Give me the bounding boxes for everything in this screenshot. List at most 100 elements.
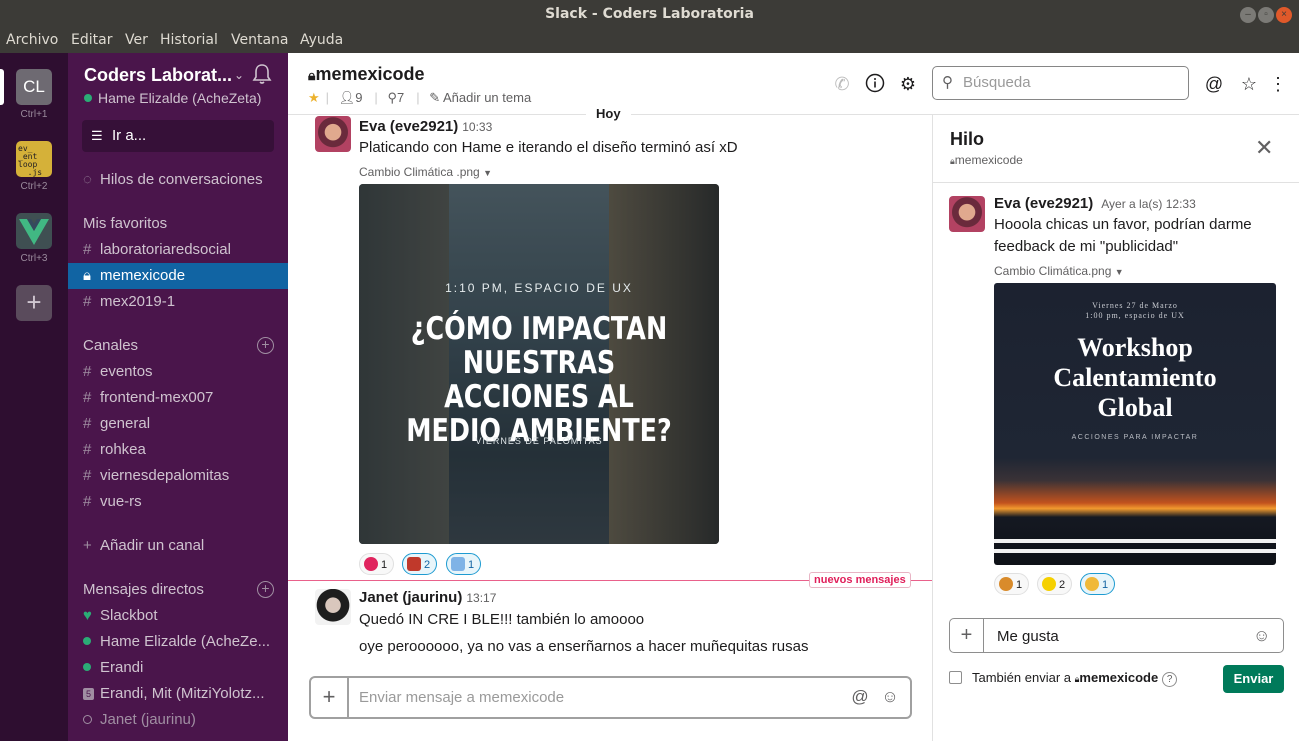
reaction-cat-face[interactable]: 1 (1080, 573, 1116, 595)
message-time[interactable]: Ayer a la(s) 12:33 (1101, 197, 1196, 211)
add-dm-plus-icon[interactable]: + (257, 581, 274, 598)
avatar[interactable] (315, 116, 351, 152)
minimize-icon[interactable]: – (1240, 7, 1256, 23)
day-label: Hoy (586, 106, 631, 121)
bell-icon[interactable] (252, 63, 272, 85)
avatar[interactable] (949, 196, 985, 232)
jump-icon: ☰ (91, 128, 103, 143)
channel-title[interactable]: 🔒︎memexicode (308, 64, 425, 85)
workspace-vue-logo[interactable] (16, 213, 52, 249)
send-button[interactable]: Enviar (1223, 665, 1284, 693)
help-icon[interactable]: ? (1162, 672, 1178, 687)
sidebar-item-vue-rs[interactable]: # vue-rs (68, 489, 288, 515)
sidebar-item-hame[interactable]: Hame Elizalde (AcheZe... (68, 629, 288, 655)
sidebar-item-group-dm[interactable]: 5 Erandi, Mit (MitziYolotz... (68, 681, 288, 707)
reaction-person[interactable]: 2 (402, 553, 438, 575)
team-name[interactable]: Coders Laborat... (84, 65, 232, 86)
pins-count[interactable]: ⚲7 (387, 90, 410, 105)
message-list: Hoy Eva (eve2921) 10:33 Platicando con Ha… (288, 106, 932, 741)
star-outline-icon[interactable]: ☆ (1238, 73, 1260, 95)
search-input[interactable]: ⚲ Búsqueda (932, 66, 1189, 100)
also-send-checkbox[interactable] (949, 671, 962, 684)
add-channel-button[interactable]: + Añadir un canal (68, 533, 288, 559)
sidebar-item-memexicode[interactable]: 🔒︎ memexicode (68, 263, 288, 289)
file-name[interactable]: Cambio Climática .png ▼ (359, 165, 492, 179)
lock-icon: 🔒︎ (83, 267, 91, 284)
favorites-header[interactable]: Mis favoritos (83, 215, 167, 232)
sidebar-item-label: viernesdepalomitas (100, 467, 230, 484)
mention-icon[interactable]: @ (850, 687, 870, 707)
menu-historial[interactable]: Historial (160, 32, 218, 48)
menu-editar[interactable]: Editar (71, 32, 112, 48)
sidebar-item-frontend-mex007[interactable]: # frontend-mex007 (68, 385, 288, 411)
sidebar-item-label: laboratoriaredsocial (100, 241, 231, 258)
reaction-robot[interactable]: 1 (446, 553, 482, 575)
message-author[interactable]: Eva (eve2921) Ayer a la(s) 12:33 (994, 195, 1196, 212)
chevron-down-icon[interactable]: ⌄ (234, 68, 244, 82)
message-text: Platicando con Hame e iterando el diseño… (359, 139, 738, 156)
add-topic-button[interactable]: ✎ Añadir un tema (429, 90, 537, 105)
sidebar-item-label: Erandi (100, 659, 144, 676)
thread-title: Hilo (950, 129, 984, 149)
sidebar-item-label: Hilos de conversaciones (100, 171, 263, 188)
close-icon[interactable]: ✕ (1255, 135, 1273, 161)
star-icon[interactable]: ★ (308, 90, 320, 105)
gear-icon[interactable]: ⚙ (897, 73, 919, 95)
sidebar-item-rohkea[interactable]: # rohkea (68, 437, 288, 463)
menu-archivo[interactable]: Archivo (6, 32, 58, 48)
new-messages-label: nuevos mensajes (809, 572, 911, 588)
sidebar-item-janet[interactable]: Janet (jaurinu) (68, 707, 288, 733)
close-window-icon[interactable]: × (1276, 7, 1292, 23)
sidebar-item-erandi[interactable]: Erandi (68, 655, 288, 681)
thread-reply-input[interactable]: + Me gusta ☺ (949, 618, 1284, 653)
sidebar: Coders Laborat... ⌄ Hame Elizalde (AcheZ… (68, 53, 288, 741)
sidebar-item-general[interactable]: # general (68, 411, 288, 437)
image-attachment[interactable]: Viernes 27 de Marzo 1:00 pm, espacio de U… (994, 283, 1276, 565)
sidebar-item-viernesdepalomitas[interactable]: # viernesdepalomitas (68, 463, 288, 489)
also-send-option[interactable]: También enviar a 🔒︎memexicode? (949, 670, 1178, 687)
channels-header[interactable]: Canales (83, 337, 138, 354)
menu-ayuda[interactable]: Ayuda (300, 32, 343, 48)
reaction-lion[interactable]: 1 (994, 573, 1030, 595)
message-time[interactable]: 10:33 (462, 120, 492, 134)
workspace-event-loop-logo[interactable]: ev_ _ent loop .js (16, 141, 52, 177)
sidebar-item-slackbot[interactable]: ♥ Slackbot (68, 603, 288, 629)
attach-plus-icon[interactable]: + (311, 678, 349, 717)
add-workspace-button[interactable]: + (16, 285, 52, 321)
workspace-shortcut: Ctrl+3 (20, 253, 48, 264)
message-composer[interactable]: + Enviar mensaje a memexicode @ ☺ (309, 676, 912, 719)
message-time[interactable]: 13:17 (466, 591, 496, 605)
jump-to-button[interactable]: ☰ Ir a... (82, 120, 274, 152)
more-vertical-icon[interactable]: ⋮ (1267, 73, 1289, 95)
reaction-heart[interactable]: 1 (359, 553, 395, 575)
menu-ver[interactable]: Ver (125, 32, 148, 48)
sidebar-item-laboratoriaredsocial[interactable]: # laboratoriaredsocial (68, 237, 288, 263)
hash-icon: # (83, 389, 92, 406)
image-attachment[interactable]: 1:10 PM, ESPACIO DE UX ¿CÓMO IMPACTAN NUE… (359, 184, 719, 544)
info-icon[interactable] (864, 73, 886, 95)
maximize-icon[interactable]: ▫ (1258, 7, 1274, 23)
workspace-rail: CL Ctrl+1 ev_ _ent loop .js Ctrl+2 Ctrl+3 … (0, 53, 68, 741)
message-author[interactable]: Janet (jaurinu) 13:17 (359, 589, 496, 606)
mentions-icon[interactable]: @ (1203, 73, 1225, 95)
direct-messages-header[interactable]: Mensajes directos (83, 581, 204, 598)
sidebar-item-threads[interactable]: ◌ Hilos de conversaciones (68, 167, 288, 193)
sidebar-item-mex2019-1[interactable]: # mex2019-1 (68, 289, 288, 315)
emoji-icon[interactable]: ☺ (1253, 626, 1270, 646)
avatar[interactable] (315, 589, 351, 625)
file-name[interactable]: Cambio Climática.png ▼ (994, 264, 1124, 278)
add-channel-plus-icon[interactable]: + (257, 337, 274, 354)
user-name: Hame Elizalde (AcheZeta) (98, 90, 262, 106)
reaction-pikachu[interactable]: 2 (1037, 573, 1073, 595)
thread-channel[interactable]: 🔒︎memexicode (950, 153, 1023, 167)
members-count[interactable]: 👤︎9 (339, 90, 369, 105)
hash-icon: # (83, 241, 92, 258)
phone-icon[interactable]: ✆ (831, 73, 853, 95)
menu-ventana[interactable]: Ventana (231, 32, 289, 48)
workspace-cl[interactable]: CL (16, 69, 52, 105)
message-author[interactable]: Eva (eve2921) 10:33 (359, 118, 492, 135)
emoji-icon[interactable]: ☺ (880, 687, 900, 707)
user-status[interactable]: Hame Elizalde (AcheZeta) (84, 90, 261, 106)
sidebar-item-eventos[interactable]: # eventos (68, 359, 288, 385)
attach-plus-icon[interactable]: + (950, 619, 984, 652)
